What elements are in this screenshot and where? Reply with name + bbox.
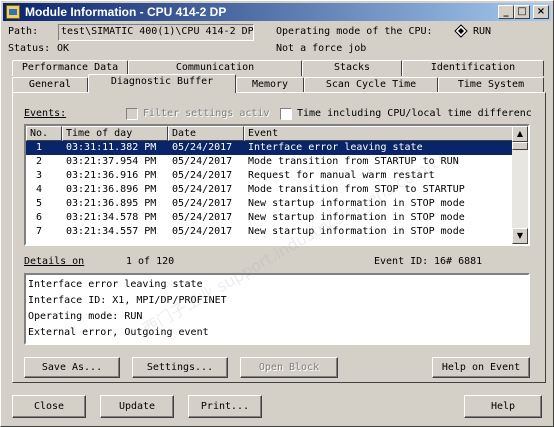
open-block-button[interactable]: Open Block [240, 357, 338, 378]
path-field: test\SIMATIC 400(1)\CPU 414-2 DP [58, 24, 254, 41]
details-line: Operating mode: RUN [28, 311, 143, 322]
cell-event: Request for manual warm restart [248, 170, 435, 181]
close-label: Close [33, 401, 65, 412]
cell-no: 2 [36, 156, 43, 167]
details-label: Details on [24, 256, 85, 267]
window-title: Module Information - CPU 414-2 DP [25, 5, 227, 19]
time-difference-label: Time including CPU/local time differenc [297, 108, 532, 119]
scroll-up-icon[interactable]: ▲ [512, 126, 528, 142]
event-id-label: Event ID: [374, 256, 429, 267]
help-button[interactable]: Help [464, 395, 542, 418]
cell-time: 03:31:11.382 PM [66, 142, 157, 153]
minimize-button[interactable]: _ [498, 5, 514, 19]
column-header-event[interactable]: Event [244, 126, 514, 141]
title-bar[interactable]: Module Information - CPU 414-2 DP [3, 3, 551, 21]
open-block-label: Open Block [258, 362, 320, 373]
cell-event: Interface error leaving state [248, 142, 423, 153]
table-row[interactable]: 4 03:21:36.896 PM 05/24/2017 Mode transitio… [26, 183, 514, 197]
scroll-thumb[interactable] [512, 142, 528, 150]
operating-mode-label: Operating mode of the CPU: [276, 26, 433, 37]
cell-date: 05/24/2017 [172, 142, 233, 153]
cell-no: 4 [36, 184, 43, 195]
print-label: Print... [200, 401, 250, 412]
cell-time: 03:21:34.578 PM [66, 212, 157, 223]
print-button[interactable]: Print... [188, 395, 262, 418]
cell-date: 05/24/2017 [172, 212, 233, 223]
cell-event: New startup information in STOP mode [248, 212, 465, 223]
help-label: Help [490, 401, 516, 412]
update-button[interactable]: Update [100, 395, 174, 418]
cell-time: 03:21:36.895 PM [66, 198, 157, 209]
tab-stacks[interactable]: Stacks [302, 60, 402, 76]
details-counter: 1 of 120 [126, 256, 175, 267]
cell-no: 1 [36, 142, 43, 153]
save-as-label: Save As... [41, 362, 103, 373]
status-label: Status: [8, 43, 51, 54]
events-scrollbar[interactable]: ▲ ▼ [512, 126, 528, 244]
cell-event: New startup information in STOP mode [248, 226, 465, 237]
cell-no: 7 [36, 226, 43, 237]
details-line: Interface ID: X1, MPI/DP/PROFINET [28, 295, 227, 306]
table-row[interactable]: 3 03:21:36.916 PM 05/24/2017 Request for ma… [26, 169, 514, 183]
event-details-box[interactable]: Interface error leaving state Interface … [24, 273, 530, 345]
cell-date: 05/24/2017 [172, 184, 233, 195]
close-window-button[interactable]: × [533, 5, 549, 19]
help-on-event-label: Help on Event [441, 362, 521, 373]
table-row[interactable]: 1 03:31:11.382 PM 05/24/2017 Interface erro… [26, 141, 514, 155]
cell-time: 03:21:36.916 PM [66, 170, 157, 181]
tab-time-system[interactable]: Time System [438, 77, 544, 93]
force-job-status: Not a force job [276, 43, 367, 54]
details-line: External error, Outgoing event [28, 327, 209, 338]
path-label: Path: [8, 26, 39, 37]
cell-date: 05/24/2017 [172, 170, 233, 181]
maximize-button[interactable]: □ [514, 5, 530, 19]
events-label: Events: [24, 108, 67, 119]
operating-mode-value: RUN [473, 26, 492, 37]
cell-no: 3 [36, 170, 43, 181]
tab-diagnostic-buffer[interactable]: Diagnostic Buffer [88, 74, 236, 93]
cell-time: 03:21:36.896 PM [66, 184, 157, 195]
column-header-time[interactable]: Time of day [62, 126, 168, 141]
settings-button[interactable]: Settings... [132, 357, 228, 378]
table-row[interactable]: 6 03:21:34.578 PM 05/24/2017 New startup in… [26, 211, 514, 225]
close-button[interactable]: Close [12, 395, 86, 418]
table-row[interactable]: 7 03:21:34.557 PM 05/24/2017 New startup in… [26, 225, 514, 239]
time-difference-checkbox[interactable] [280, 108, 292, 120]
scroll-down-icon[interactable]: ▼ [512, 228, 528, 244]
cell-no: 5 [36, 198, 43, 209]
column-header-no[interactable]: No. [26, 126, 62, 141]
cell-date: 05/24/2017 [172, 198, 233, 209]
cell-no: 6 [36, 212, 43, 223]
filter-settings-checkbox[interactable] [126, 108, 138, 120]
tab-memory[interactable]: Memory [236, 77, 304, 93]
update-label: Update [118, 401, 156, 412]
cell-date: 05/24/2017 [172, 156, 233, 167]
tab-identification[interactable]: Identification [402, 60, 544, 76]
table-row[interactable]: 5 03:21:36.895 PM 05/24/2017 New startup in… [26, 197, 514, 211]
cell-event: Mode transition from STOP to STARTUP [248, 184, 465, 195]
cell-event: New startup information in STOP mode [248, 198, 465, 209]
module-info-icon [6, 5, 20, 19]
cell-event: Mode transition from STARTUP to RUN [248, 156, 459, 167]
event-id-value: 16# 6881 [434, 256, 483, 267]
cell-date: 05/24/2017 [172, 226, 233, 237]
save-as-button[interactable]: Save As... [24, 357, 120, 378]
cell-time: 03:21:37.954 PM [66, 156, 157, 167]
filter-settings-label: Filter settings activ [143, 108, 270, 119]
cell-time: 03:21:34.557 PM [66, 226, 157, 237]
column-header-date[interactable]: Date [168, 126, 244, 141]
table-row[interactable]: 2 03:21:37.954 PM 05/24/2017 Mode transitio… [26, 155, 514, 169]
events-list[interactable]: No. Time of day Date Event 1 03:31:11.382… [24, 124, 530, 246]
status-value: OK [57, 43, 70, 54]
details-line: Interface error leaving state [28, 279, 203, 290]
tab-general[interactable]: General [12, 77, 88, 93]
tab-scan-cycle-time[interactable]: Scan Cycle Time [304, 77, 438, 93]
help-on-event-button[interactable]: Help on Event [432, 357, 530, 378]
run-mode-icon [454, 24, 468, 38]
settings-label: Settings... [146, 362, 214, 373]
